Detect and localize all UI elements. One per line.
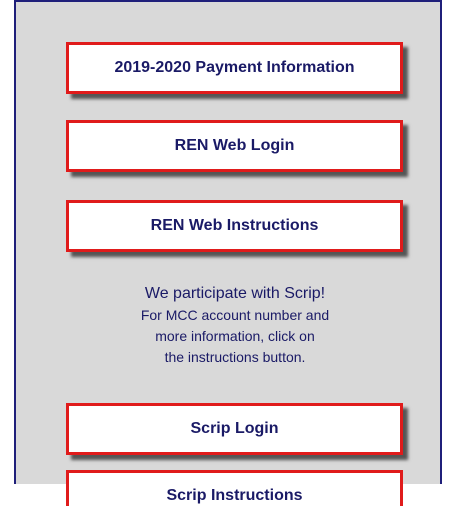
- renweb-instructions-label: REN Web Instructions: [150, 217, 319, 234]
- scrip-info-text: We participate with Scrip! For MCC accou…: [0, 283, 454, 368]
- scrip-info-heading: We participate with Scrip!: [144, 285, 326, 302]
- payment-information-label: 2019-2020 Payment Information: [114, 59, 355, 76]
- page: 2019-2020 Payment Information REN Web Lo…: [0, 0, 454, 506]
- scrip-instructions-label: Scrip Instructions: [166, 487, 303, 504]
- scrip-instructions-button[interactable]: Scrip Instructions: [66, 470, 403, 506]
- payment-information-button[interactable]: 2019-2020 Payment Information: [66, 42, 403, 94]
- renweb-login-button[interactable]: REN Web Login: [66, 120, 403, 172]
- scrip-login-label: Scrip Login: [190, 420, 279, 437]
- scrip-info-line-1: For MCC account number and: [140, 307, 330, 323]
- renweb-login-label: REN Web Login: [174, 137, 295, 154]
- renweb-instructions-button[interactable]: REN Web Instructions: [66, 200, 403, 252]
- scrip-login-button[interactable]: Scrip Login: [66, 403, 403, 455]
- scrip-info-line-3: the instructions button.: [164, 349, 306, 365]
- scrip-info-line-2: more information, click on: [155, 328, 315, 344]
